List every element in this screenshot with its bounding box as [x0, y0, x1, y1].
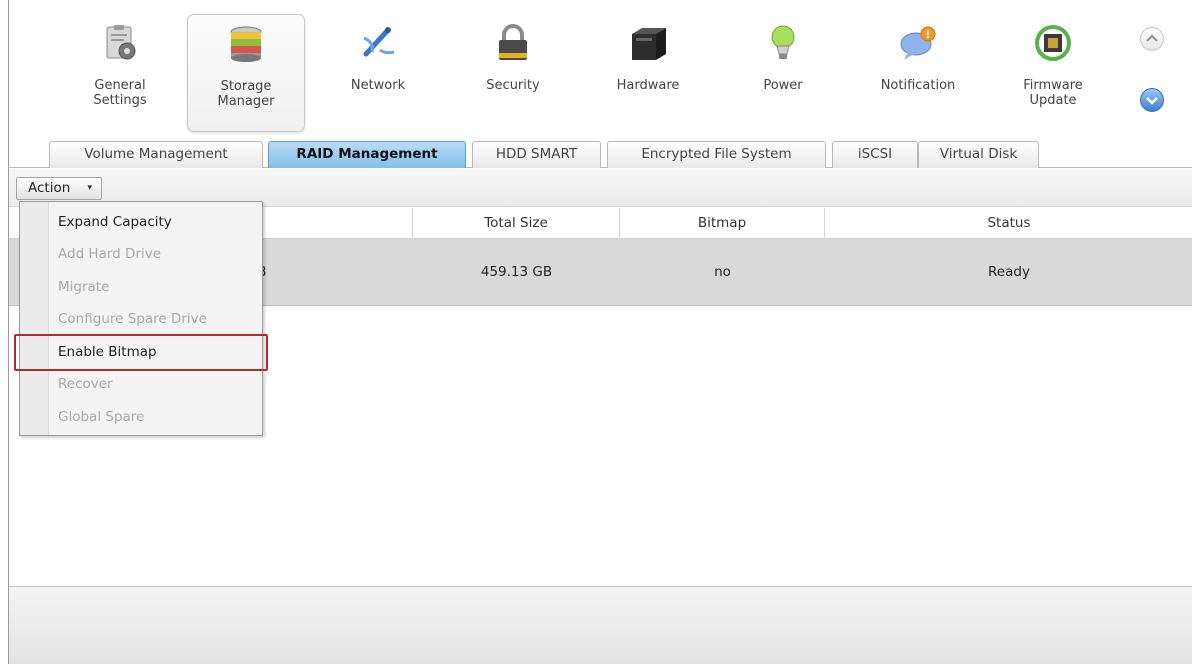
- menu-item-recover: Recover: [58, 376, 113, 392]
- toolbar-item-label: Notification: [880, 78, 956, 93]
- toolbar-item-network[interactable]: Network: [323, 14, 433, 132]
- tab-raid-management[interactable]: RAID Management: [268, 141, 466, 168]
- toolbar-scroll-down-button[interactable]: [1140, 88, 1164, 112]
- toolbar-scroll-up-button[interactable]: [1140, 27, 1164, 51]
- toolbar-item-label: Hardware: [616, 78, 680, 93]
- enable-bitmap-highlight-box: [14, 334, 268, 371]
- lightbulb-icon: [771, 25, 795, 59]
- settings-clipboard-icon: [106, 25, 136, 60]
- dropdown-caret-icon: ▾: [87, 183, 92, 193]
- tab-iscsi[interactable]: iSCSI: [832, 141, 918, 168]
- control-panel-toolbar: General Settings Storage Manager Network: [9, 0, 1192, 140]
- tab-hdd-smart[interactable]: HDD SMART: [472, 141, 601, 168]
- action-dropdown-menu: Expand Capacity Add Hard Drive Migrate C…: [19, 201, 263, 436]
- row-cell-total-size: 459.13 GB: [480, 264, 553, 280]
- chip-refresh-icon: [1035, 25, 1071, 61]
- toolbar-item-label: General Settings: [93, 78, 147, 108]
- tab-bar: Volume Management RAID Management HDD SM…: [9, 141, 1192, 168]
- footer-bar: [9, 586, 1192, 664]
- tab-virtual-disk[interactable]: Virtual Disk: [918, 141, 1039, 168]
- row-cell-bitmap: no: [714, 264, 731, 280]
- toolbar-item-hardware[interactable]: Hardware: [593, 14, 703, 132]
- storage-disks-icon: [230, 26, 262, 62]
- column-header-total-size[interactable]: Total Size: [413, 208, 620, 239]
- row-cell-status: Ready: [988, 264, 1030, 280]
- speech-bubble-alert-icon: [900, 26, 936, 60]
- menu-item-configure-spare-drive: Configure Spare Drive: [58, 311, 207, 327]
- menu-item-migrate: Migrate: [58, 279, 110, 295]
- toolbar-item-notification[interactable]: Notification: [863, 14, 973, 132]
- toolbar-item-label: Storage Manager: [217, 79, 275, 109]
- toolbar-item-general-settings[interactable]: General Settings: [61, 14, 179, 132]
- menu-item-global-spare: Global Spare: [58, 409, 145, 425]
- toolbar-item-storage-manager[interactable]: Storage Manager: [187, 14, 305, 132]
- toolbar-item-label: Network: [350, 78, 406, 93]
- column-header-bitmap[interactable]: Bitmap: [620, 208, 825, 239]
- tab-volume-management[interactable]: Volume Management: [49, 141, 263, 168]
- toolbar-item-label: Firmware Update: [1023, 78, 1083, 108]
- menu-icon-gutter: [20, 202, 49, 435]
- chevron-up-icon: [1146, 34, 1158, 42]
- toolbar-item-label: Power: [763, 78, 803, 93]
- action-button-label: Action: [28, 180, 71, 196]
- toolbar-item-firmware-update[interactable]: Firmware Update: [998, 14, 1108, 132]
- tab-encrypted-file-system[interactable]: Encrypted File System: [607, 141, 826, 168]
- chevron-down-icon: [1146, 97, 1158, 105]
- column-header-blank[interactable]: [263, 208, 413, 239]
- menu-item-add-hard-drive: Add Hard Drive: [58, 246, 162, 262]
- column-header-status[interactable]: Status: [825, 208, 1192, 239]
- toolbar-item-label: Security: [486, 78, 540, 93]
- toolbar-item-security[interactable]: Security: [458, 14, 568, 132]
- hardware-server-icon: [632, 28, 666, 60]
- padlock-icon: [499, 24, 527, 60]
- action-dropdown-button[interactable]: Action ▾: [16, 177, 102, 200]
- toolbar-item-power[interactable]: Power: [728, 14, 838, 132]
- network-satellite-icon: [363, 27, 395, 57]
- menu-item-expand-capacity[interactable]: Expand Capacity: [58, 207, 172, 237]
